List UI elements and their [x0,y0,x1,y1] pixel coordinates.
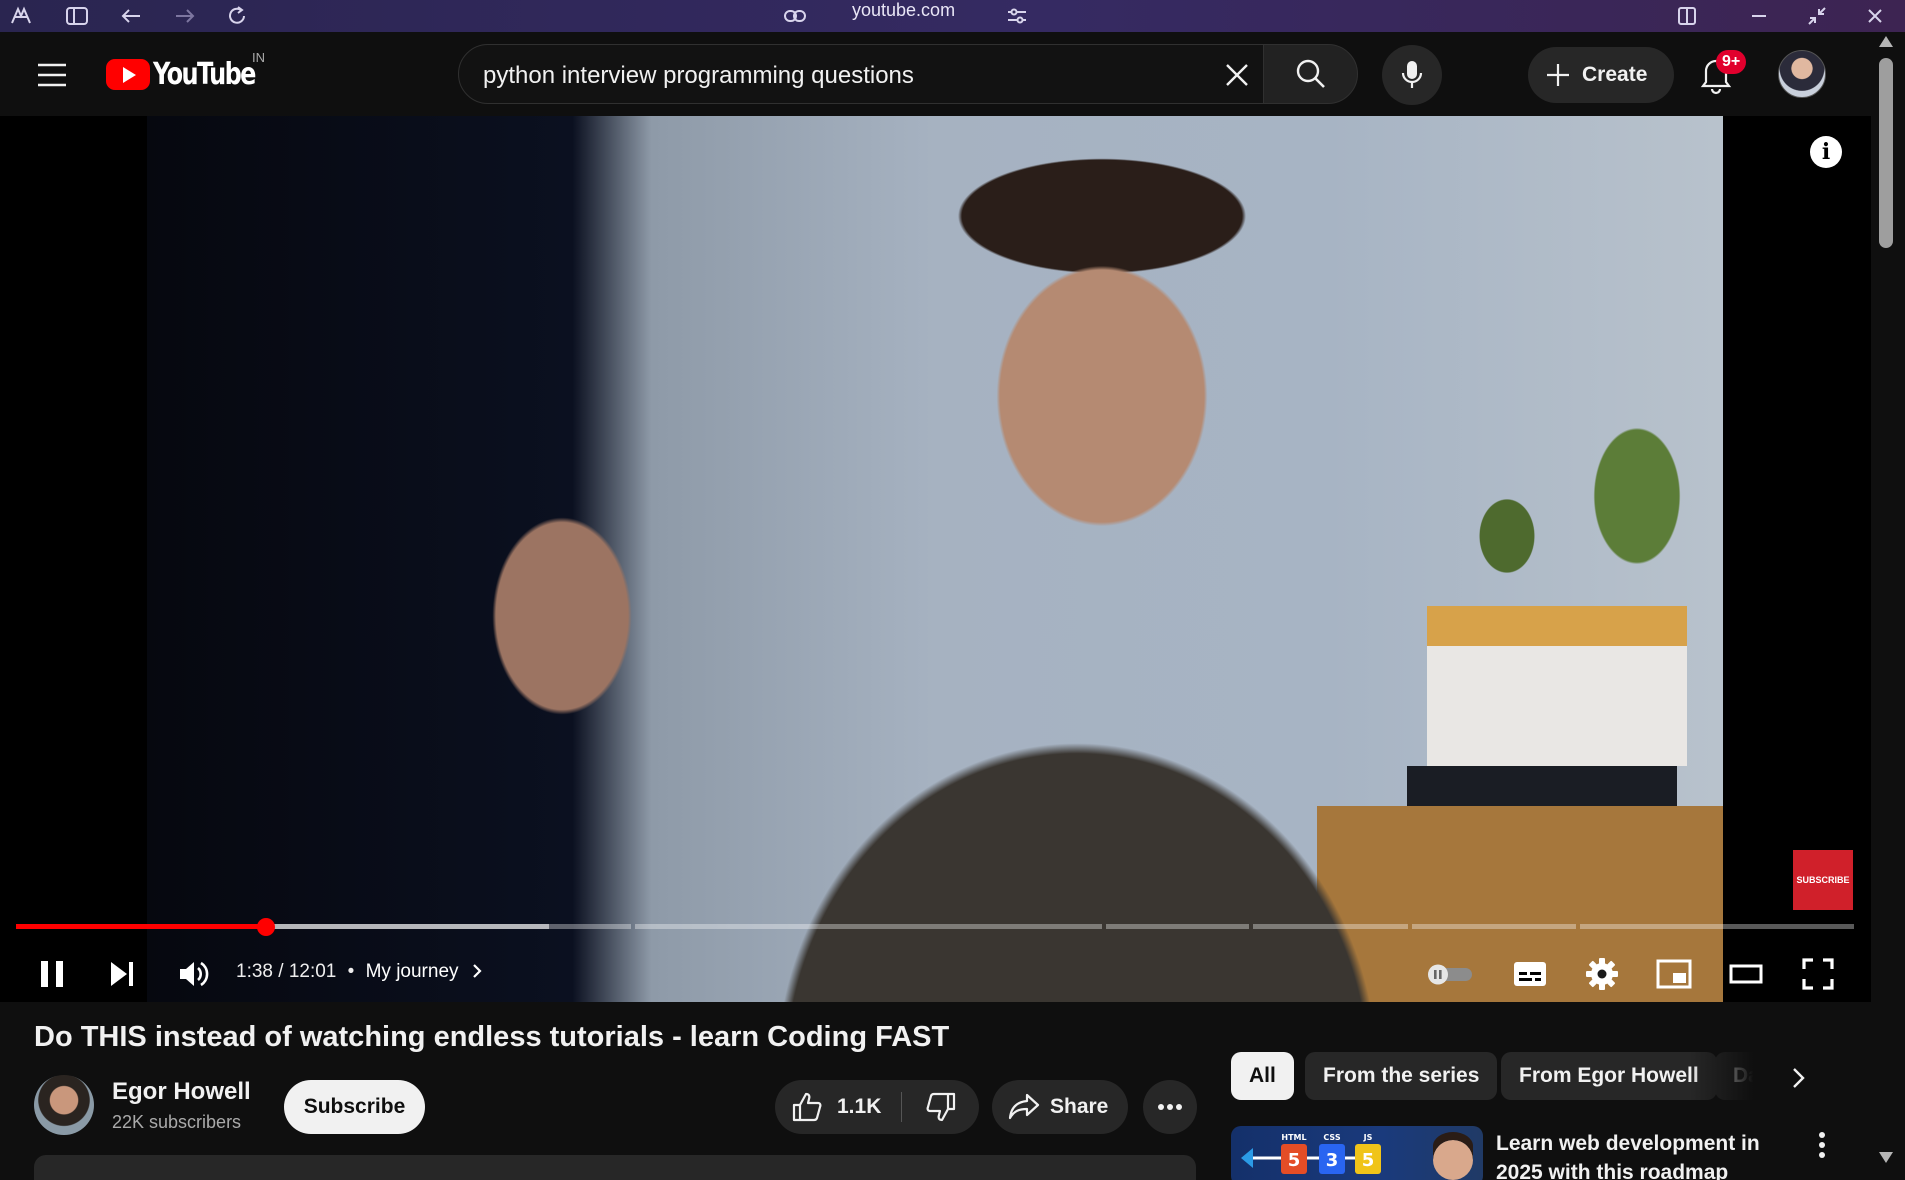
progress-bar[interactable] [16,918,1854,936]
split-view-icon[interactable] [1672,0,1702,32]
svg-text:5: 5 [1288,1150,1301,1171]
notification-badge: 9+ [1716,50,1747,74]
subscribe-watermark[interactable]: SUBSCRIBE [1793,850,1853,910]
channel-name[interactable]: Egor Howell [112,1078,251,1106]
dislike-button[interactable] [902,1080,979,1134]
svg-text:3: 3 [1326,1150,1339,1171]
more-actions-button[interactable] [1143,1080,1197,1134]
search-icon [1296,59,1325,88]
minimize-icon[interactable] [1744,0,1774,32]
recommendation-title[interactable]: Learn web development in 2025 with this … [1496,1129,1806,1180]
web-tech-logos-icon: 5 3 5 HTML CSS JS [1241,1132,1473,1180]
search-input[interactable]: python interview programming questions [458,44,1264,104]
chapter-segment[interactable] [1106,924,1249,929]
recommendation-thumbnail[interactable]: 5 3 5 HTML CSS JS [1231,1126,1483,1180]
browser-logo-icon[interactable] [6,0,36,32]
create-button[interactable]: Create [1528,47,1674,103]
link-icon[interactable] [780,0,810,32]
share-label: Share [1050,1095,1109,1118]
channel-avatar[interactable] [34,1075,94,1135]
share-icon [1008,1093,1040,1120]
video-title: Do THIS instead of watching endless tuto… [34,1021,950,1053]
time-separator: / [272,961,289,982]
played-bar [16,924,266,929]
thumb-badge-js: JS [1363,1133,1373,1142]
logo-text: YouTube [153,56,256,92]
autoplay-toggle[interactable] [1424,946,1476,1002]
scrubber-handle[interactable] [257,918,275,936]
chapter-segment[interactable] [1412,924,1576,929]
pause-icon[interactable] [30,946,74,1002]
chapter-chevron-icon[interactable] [470,963,484,979]
thumbs-down-icon [926,1092,955,1122]
chip-all[interactable]: All [1231,1052,1294,1100]
masthead: YouTube IN python interview programming … [0,32,1871,116]
plus-icon [1547,64,1569,86]
like-dislike-group: 1.1K [775,1080,979,1134]
address-bar-url[interactable]: youtube.com [852,0,955,32]
sidebar-toggle-icon[interactable] [62,0,92,32]
next-video-icon[interactable] [100,946,144,1002]
recommendation-menu-icon[interactable] [1810,1128,1834,1162]
reload-icon[interactable] [222,0,252,32]
like-count: 1.1K [837,1095,882,1118]
back-icon[interactable] [116,0,146,32]
miniplayer-icon[interactable] [1652,946,1696,1002]
restore-icon[interactable] [1802,0,1832,32]
clear-search-icon[interactable] [1219,57,1255,93]
time-display: 1:38 / 12:01 • My journey [236,961,484,983]
duration: 12:01 [288,961,337,982]
share-button[interactable]: Share [992,1080,1128,1134]
search-query[interactable]: python interview programming questions [483,62,914,90]
microphone-icon [1401,61,1423,88]
scroll-down-arrow-icon[interactable] [1879,1152,1893,1163]
video-player[interactable]: i SUBSCRIBE 1:38 / 12:01 • My journey [0,116,1871,1002]
page-scrollbar[interactable] [1871,32,1905,1180]
chips-next-chevron-icon[interactable] [1780,1060,1816,1096]
create-label: Create [1582,63,1648,86]
site-settings-icon[interactable] [1002,0,1032,32]
like-button[interactable]: 1.1K [775,1080,901,1134]
settings-gear-icon[interactable] [1580,946,1624,1002]
youtube-play-icon [106,58,150,90]
svg-text:5: 5 [1362,1150,1375,1171]
video-frame[interactable] [147,116,1723,1002]
info-icon[interactable]: i [1810,136,1842,168]
browser-toolbar: youtube.com [0,0,1905,32]
more-horizontal-icon [1158,1104,1182,1110]
volume-icon[interactable] [172,946,216,1002]
subtitles-icon[interactable] [1508,946,1552,1002]
scroll-up-arrow-icon[interactable] [1879,36,1893,47]
chapter-dot: • [347,961,355,982]
chip-from-the-series[interactable]: From the series [1305,1052,1498,1100]
search-button[interactable] [1263,44,1358,104]
subscribe-button[interactable]: Subscribe [284,1080,425,1134]
description-box[interactable] [34,1155,1196,1180]
chapter-title[interactable]: My journey [366,961,459,982]
player-controls: 1:38 / 12:01 • My journey [0,946,1871,1002]
page: youtube.com YouTube IN python interview … [0,0,1905,1180]
chip-from-egor-howell[interactable]: From Egor Howell [1501,1052,1717,1100]
menu-icon[interactable] [32,60,72,90]
theater-mode-icon[interactable] [1724,946,1768,1002]
close-window-icon[interactable] [1860,0,1890,32]
account-avatar[interactable] [1778,50,1826,98]
chapter-segment[interactable] [1253,924,1408,929]
chapter-segment[interactable] [1580,924,1854,929]
subscriber-count: 22K subscribers [112,1112,242,1132]
current-time: 1:38 [236,961,273,982]
thumb-badge-css: CSS [1323,1133,1340,1142]
country-code: IN [252,50,265,65]
voice-search-button[interactable] [1382,45,1442,105]
scrollbar-thumb[interactable] [1879,58,1893,248]
thumb-badge-html: HTML [1281,1133,1306,1142]
thumbs-up-icon [792,1092,822,1122]
fullscreen-icon[interactable] [1796,946,1840,1002]
chapter-segment[interactable] [635,924,1102,929]
forward-icon[interactable] [170,0,200,32]
